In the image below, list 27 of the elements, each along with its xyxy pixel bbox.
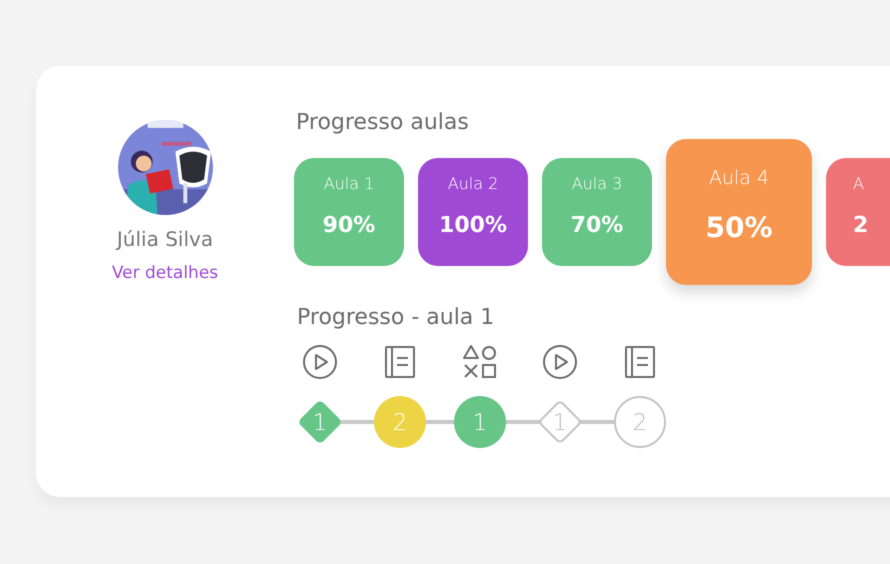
lesson-label: A [853,174,864,193]
step-marker[interactable]: 2 [614,396,666,448]
lesson-percent: 2 [853,213,868,238]
lesson-percent: 100% [439,213,507,238]
section-title: Progresso - aula 1 [297,305,494,330]
student-name: Júlia Silva [116,227,214,251]
document-icon [382,344,418,380]
lesson-label: Aula 4 [708,167,770,189]
lesson-label: Aula 3 [572,174,622,193]
lesson-card[interactable]: Aula 4 50% [666,139,812,285]
lesson-label: Aula 2 [448,174,498,193]
step-marker[interactable]: 1 [454,396,506,448]
lesson-percent: 70% [570,213,624,238]
step-marker[interactable]: 2 [374,396,426,448]
lesson-card[interactable]: A 2 [826,158,890,266]
lesson-card[interactable]: Aula 1 90% [294,158,404,266]
lesson-card[interactable]: Aula 3 70% [542,158,652,266]
details-link[interactable]: Ver detalhes [112,263,218,283]
lesson-label: Aula 1 [324,174,374,193]
lesson-card[interactable]: Aula 2 100% [418,158,528,266]
shapes-icon [462,344,498,380]
play-icon [542,344,578,380]
section-title: Progresso aulas [296,110,469,135]
lesson-percent: 50% [705,211,773,244]
play-icon [302,344,338,380]
document-icon [622,344,658,380]
lesson-percent: 90% [322,213,376,238]
